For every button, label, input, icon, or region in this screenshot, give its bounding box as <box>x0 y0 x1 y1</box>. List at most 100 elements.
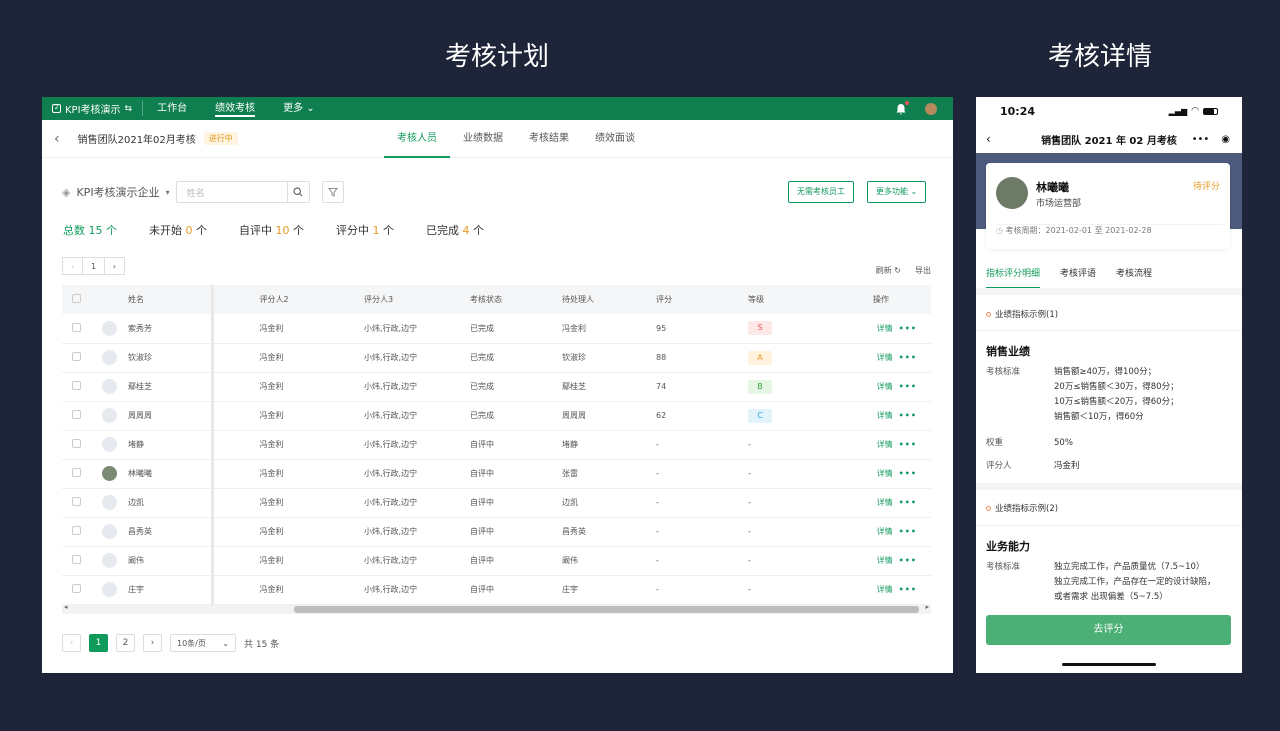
search-input[interactable]: 姓名 <box>175 181 310 203</box>
tab-results[interactable]: 考核结果 <box>516 120 582 158</box>
tab-interview[interactable]: 绩效面谈 <box>582 120 648 158</box>
score-cell: 88 <box>610 343 702 373</box>
exempt-employees-button[interactable]: 无需考核员工 <box>788 181 854 203</box>
table-row[interactable]: 昌秀英 冯金利 小炜,行政,边宁 自评中 昌秀英 - - 详情 ••• <box>62 517 931 547</box>
total-count: 共 15 条 <box>244 639 280 650</box>
plan-subheader: ‹ 销售团队2021年02月考核 进行中 考核人员 业绩数据 考核结果 绩效面谈 <box>42 120 953 158</box>
actions-cell: 详情 ••• <box>811 314 931 344</box>
employee-name: 昌秀英 <box>128 527 152 536</box>
more-functions-button[interactable]: 更多功能 ⌄ <box>867 181 927 203</box>
name-cell: 鄢桂芝 <box>92 372 212 402</box>
tab-performance-data[interactable]: 业绩数据 <box>450 120 516 158</box>
tab-members[interactable]: 考核人员 <box>384 120 450 158</box>
table-row[interactable]: 林曦曦 冯金利 小炜,行政,边宁 自评中 张雷 - - 详情 ••• <box>62 459 931 489</box>
next-page-icon[interactable]: › <box>104 257 125 275</box>
table-row[interactable]: 鄢桂芝 冯金利 小炜,行政,边宁 已完成 鄢桂芝 74 B 详情 ••• <box>62 372 931 402</box>
more-dots-icon[interactable]: ••• <box>899 382 917 391</box>
stat-item[interactable]: 总数 15 个 <box>63 222 117 238</box>
row-checkbox[interactable] <box>72 322 81 332</box>
detail-link[interactable]: 详情 <box>877 382 893 391</box>
more-dots-icon[interactable]: ••• <box>899 469 917 478</box>
row-checkbox[interactable] <box>72 352 81 361</box>
nav-workbench[interactable]: 工作台 <box>143 97 201 120</box>
avatar <box>102 350 117 365</box>
page-size-select[interactable]: 10条/页 ⌄ <box>170 634 236 652</box>
page-2[interactable]: 2 <box>116 634 135 652</box>
export-button[interactable]: 导出 <box>915 265 931 276</box>
row-checkbox[interactable] <box>72 555 81 564</box>
more-dots-icon[interactable]: ••• <box>899 498 917 507</box>
stat-item[interactable]: 自评中 10 个 <box>239 222 304 238</box>
select-all-checkbox[interactable] <box>72 294 81 303</box>
status-cell: 已完成 <box>424 372 516 402</box>
detail-link[interactable]: 详情 <box>877 527 893 536</box>
table-row[interactable]: 边凯 冯金利 小炜,行政,边宁 自评中 边凯 - - 详情 ••• <box>62 488 931 518</box>
stat-item[interactable]: 评分中 1 个 <box>336 222 394 238</box>
row-checkbox[interactable] <box>72 381 81 390</box>
current-page[interactable]: 1 <box>83 257 104 275</box>
nav-performance[interactable]: 绩效考核 <box>201 97 269 120</box>
bell-icon[interactable] <box>895 100 909 115</box>
pending-cell: 庄宇 <box>516 575 610 605</box>
row-checkbox[interactable] <box>72 497 81 506</box>
more-dots-icon[interactable]: ••• <box>899 353 917 362</box>
nav-more[interactable]: 更多 ⌄ <box>269 97 329 120</box>
table-row[interactable]: 索秀芳 冯金利 小炜,行政,边宁 已完成 冯金利 95 S 详情 ••• <box>62 314 931 344</box>
table-row[interactable]: 阚伟 冯金利 小炜,行政,边宁 自评中 阚伟 - - 详情 ••• <box>62 546 931 576</box>
row-checkbox[interactable] <box>72 526 81 535</box>
detail-link[interactable]: 详情 <box>877 353 893 362</box>
rater2-cell: 冯金利 <box>210 459 318 489</box>
avatar <box>102 582 117 597</box>
scroll-right-icon[interactable]: ▸ <box>925 603 929 611</box>
more-dots-icon[interactable]: ••• <box>899 411 917 420</box>
table-row[interactable]: 堵静 冯金利 小炜,行政,边宁 自评中 堵静 - - 详情 ••• <box>62 430 931 460</box>
row-checkbox[interactable] <box>72 584 81 593</box>
scroll-left-icon[interactable]: ◂ <box>64 603 68 611</box>
stat-item[interactable]: 已完成 4 个 <box>426 222 484 238</box>
detail-link[interactable]: 详情 <box>877 585 893 594</box>
row-checkbox[interactable] <box>72 468 81 477</box>
status-cell: 自评中 <box>424 517 516 547</box>
more-dots-icon[interactable]: ••• <box>899 585 917 594</box>
horizontal-scrollbar[interactable]: ◂ ▸ <box>62 603 931 614</box>
col-rater2: 评分人2 <box>210 285 318 314</box>
more-dots-icon[interactable]: ••• <box>899 440 917 449</box>
back-arrow-icon[interactable]: ‹ <box>986 132 991 146</box>
avatar <box>102 553 117 568</box>
stat-item[interactable]: 未开始 0 个 <box>149 222 207 238</box>
more-dots-icon[interactable]: ••• <box>899 556 917 565</box>
search-icon[interactable] <box>286 182 309 202</box>
detail-link[interactable]: 详情 <box>877 324 893 333</box>
prev-page-icon[interactable]: ‹ <box>62 257 83 275</box>
stat-label: 自评中 <box>239 224 272 237</box>
scroll-thumb[interactable] <box>294 606 919 613</box>
user-avatar[interactable] <box>925 102 937 115</box>
more-dots-icon[interactable]: ••• <box>1192 134 1210 145</box>
filter-icon[interactable] <box>321 181 344 203</box>
stat-label: 评分中 <box>336 224 369 237</box>
detail-link[interactable]: 详情 <box>877 469 893 478</box>
detail-link[interactable]: 详情 <box>877 498 893 507</box>
prev-page-icon[interactable]: ‹ <box>62 634 81 652</box>
rate-button[interactable]: 去评分 <box>986 615 1231 645</box>
company-select[interactable]: KPI考核演示企业 <box>76 184 159 200</box>
detail-heading: 考核详情 <box>1047 42 1152 72</box>
rater3-cell: 小炜,行政,边宁 <box>318 401 424 431</box>
detail-link[interactable]: 详情 <box>877 556 893 565</box>
more-dots-icon[interactable]: ••• <box>899 527 917 536</box>
table-row[interactable]: 钦淑珍 冯金利 小炜,行政,边宁 已完成 钦淑珍 88 A 详情 ••• <box>62 343 931 373</box>
detail-link[interactable]: 详情 <box>877 411 893 420</box>
refresh-button[interactable]: 刷新 ↻ <box>876 265 901 276</box>
table-row[interactable]: 周周周 冯金利 小炜,行政,边宁 已完成 周周周 62 C 详情 ••• <box>62 401 931 431</box>
app-switcher[interactable]: 2 KPI考核演示 ⇆ <box>52 101 144 116</box>
name-cell: 钦淑珍 <box>92 343 212 373</box>
page-1[interactable]: 1 <box>89 634 108 652</box>
table-row[interactable]: 庄宇 冯金利 小炜,行政,边宁 自评中 庄宇 - - 详情 ••• <box>62 575 931 605</box>
back-arrow-icon[interactable]: ‹ <box>54 131 60 147</box>
row-checkbox[interactable] <box>72 439 81 448</box>
detail-link[interactable]: 详情 <box>877 440 893 449</box>
close-target-icon[interactable]: ◉ <box>1221 134 1230 145</box>
next-page-icon[interactable]: › <box>143 634 162 652</box>
row-checkbox[interactable] <box>72 410 81 419</box>
more-dots-icon[interactable]: ••• <box>899 324 917 333</box>
